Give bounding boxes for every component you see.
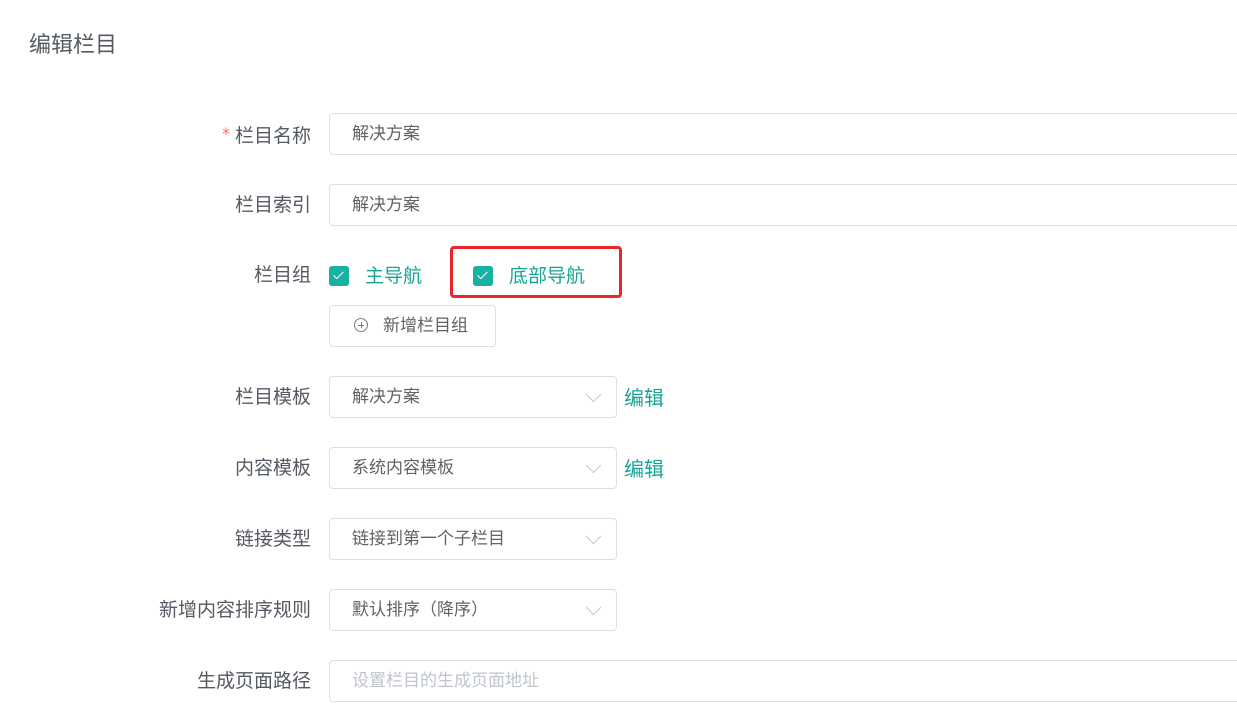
content-template-label: 内容模板 bbox=[234, 457, 311, 479]
checkbox-main-nav-label: 主导航 bbox=[365, 265, 423, 287]
chevron-down-icon bbox=[588, 604, 598, 614]
form-row-link-type: 链接类型 链接到第一个子栏目 bbox=[0, 518, 1237, 560]
name-input[interactable]: 解决方案 bbox=[329, 113, 1237, 155]
column-template-edit-link[interactable]: 编辑 bbox=[624, 376, 664, 420]
column-template-label: 栏目模板 bbox=[234, 386, 311, 408]
content-template-value: 系统内容模板 bbox=[352, 458, 454, 478]
index-label: 栏目索引 bbox=[234, 194, 311, 216]
add-column-group-button[interactable]: 新增栏目组 bbox=[329, 305, 496, 347]
index-input[interactable]: 解决方案 bbox=[329, 184, 1237, 226]
path-label: 生成页面路径 bbox=[196, 670, 311, 692]
sort-rule-label: 新增内容排序规则 bbox=[158, 599, 311, 621]
content-template-edit-link[interactable]: 编辑 bbox=[624, 447, 664, 491]
link-type-value: 链接到第一个子栏目 bbox=[352, 529, 505, 549]
plus-circle-icon bbox=[354, 318, 368, 332]
form-row-column-template: 栏目模板 解决方案 编辑 bbox=[0, 376, 1237, 418]
name-label: * 栏目名称 bbox=[222, 113, 311, 155]
page-title: 编辑栏目 bbox=[29, 33, 118, 58]
check-icon bbox=[329, 266, 349, 286]
sort-rule-select[interactable]: 默认排序（降序） bbox=[329, 589, 617, 631]
form-row-content-template: 内容模板 系统内容模板 编辑 bbox=[0, 447, 1237, 489]
sort-rule-value: 默认排序（降序） bbox=[352, 600, 488, 620]
required-mark: * bbox=[221, 124, 230, 143]
group-label: 栏目组 bbox=[253, 264, 311, 286]
link-type-label: 链接类型 bbox=[234, 528, 311, 550]
form-row-path: 生成页面路径 设置栏目的生成页面地址 bbox=[0, 660, 1237, 702]
name-label-text: 栏目名称 bbox=[234, 125, 311, 147]
content-template-select[interactable]: 系统内容模板 bbox=[329, 447, 617, 489]
form-row-name: * 栏目名称 解决方案 bbox=[0, 113, 1237, 155]
link-type-select[interactable]: 链接到第一个子栏目 bbox=[329, 518, 617, 560]
add-column-group-label: 新增栏目组 bbox=[383, 316, 468, 336]
edit-column-page: 编辑栏目 * 栏目名称 解决方案 栏目索引 解决方案 栏目组 主导航 底部导航 新… bbox=[0, 0, 1237, 715]
chevron-down-icon bbox=[588, 391, 598, 401]
path-input[interactable]: 设置栏目的生成页面地址 bbox=[329, 660, 1237, 702]
chevron-down-icon bbox=[588, 462, 598, 472]
column-template-select[interactable]: 解决方案 bbox=[329, 376, 617, 418]
column-template-value: 解决方案 bbox=[352, 387, 420, 407]
form-row-sort-rule: 新增内容排序规则 默认排序（降序） bbox=[0, 589, 1237, 631]
chevron-down-icon bbox=[588, 533, 598, 543]
highlight-annotation-box bbox=[450, 246, 622, 298]
form-row-index: 栏目索引 解决方案 bbox=[0, 184, 1237, 226]
